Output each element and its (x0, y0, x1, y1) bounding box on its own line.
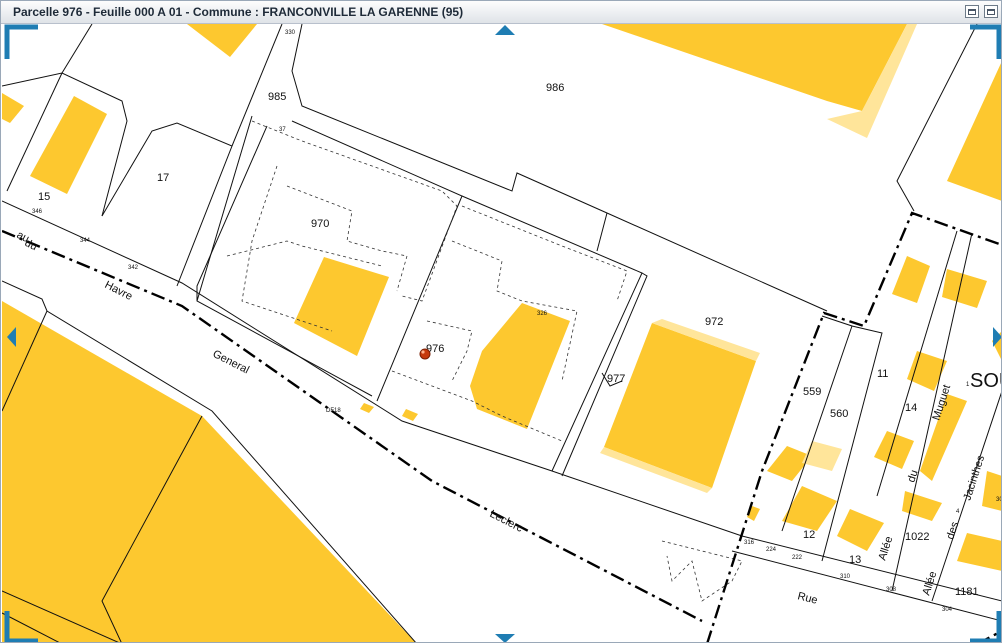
parcel-boundary (196, 115, 253, 302)
small-label: 342 (128, 265, 139, 271)
small-label: 30 (996, 497, 1002, 503)
building (602, 24, 907, 111)
parcel-number: 12 (803, 529, 815, 541)
parcel-number: 559 (803, 386, 821, 398)
parcel-number: 986 (546, 82, 564, 94)
restore-window-icon[interactable] (965, 5, 979, 18)
building (982, 471, 1001, 511)
building (957, 533, 1001, 571)
small-label: 330 (285, 30, 296, 36)
street-word: Allée (920, 570, 939, 597)
parcel-boundary (101, 122, 233, 287)
cadastral-map[interactable]: 985 986 17 15 970 976 977 972 559 560 11… (2, 24, 1002, 643)
pan-down-arrow-icon[interactable] (495, 634, 515, 643)
parcel-number: 1181 (955, 586, 979, 598)
building (942, 269, 987, 308)
location-pin-icon[interactable] (419, 348, 431, 360)
building (187, 24, 257, 57)
parcel-number: 972 (705, 316, 723, 328)
building (470, 303, 570, 429)
map-window: Parcelle 976 - Feuille 000 A 01 - Commun… (0, 0, 1002, 643)
building (402, 409, 418, 421)
title-bar[interactable]: Parcelle 976 - Feuille 000 A 01 - Commun… (1, 1, 1001, 24)
window-title: Parcelle 976 - Feuille 000 A 01 - Commun… (13, 5, 464, 19)
building (892, 256, 930, 303)
parcel-number: 985 (268, 91, 286, 103)
small-label: 316 (744, 540, 755, 546)
small-label: 346 (32, 209, 43, 215)
corner-bracket-icon (970, 611, 1001, 642)
small-label: 310 (840, 574, 851, 580)
parcel-number: 17 (157, 172, 169, 184)
building (947, 63, 1001, 201)
street-word: Jacinthes (961, 454, 987, 502)
building (360, 403, 374, 413)
street-word: Leclerc (488, 508, 525, 535)
small-label: 308 (886, 587, 897, 593)
small-label: 4 (956, 509, 960, 515)
maximize-window-icon[interactable] (984, 5, 998, 18)
small-label: DF18 (326, 408, 341, 414)
small-label: 326 (537, 311, 548, 317)
parcel-number: 15 (38, 191, 50, 203)
building (782, 486, 837, 531)
building (2, 93, 24, 123)
place-label: SOU (970, 370, 1002, 392)
small-label: 344 (80, 238, 91, 244)
parcel-number: 560 (830, 408, 848, 420)
pan-up-arrow-icon[interactable] (495, 25, 515, 35)
parcel-boundary (61, 24, 93, 74)
parcel-number: 1022 (905, 531, 929, 543)
dashed-outline (461, 205, 628, 302)
corner-bracket-icon (970, 24, 1001, 59)
street-word: Rue (796, 590, 818, 607)
parcel-number: 11 (877, 368, 888, 380)
parcel-number: 977 (607, 373, 625, 385)
dashed-outline (661, 540, 743, 602)
building (874, 431, 914, 469)
street-word: des (944, 520, 961, 541)
building (294, 257, 389, 356)
building (902, 491, 942, 521)
small-label: 222 (792, 555, 803, 561)
street-word: General (211, 348, 251, 376)
small-label: 224 (766, 547, 777, 553)
parcel-boundary (596, 212, 608, 252)
small-label: 304 (942, 607, 953, 613)
parcel-number: 13 (849, 554, 861, 566)
parcel-number: 14 (905, 402, 917, 414)
building (30, 96, 107, 194)
building (837, 509, 884, 551)
parcel-number: 970 (311, 218, 329, 230)
street-word: Allée (876, 535, 895, 562)
small-label: 37 (279, 127, 286, 133)
corner-bracket-icon (4, 24, 38, 59)
street-word: Havre (103, 279, 135, 303)
